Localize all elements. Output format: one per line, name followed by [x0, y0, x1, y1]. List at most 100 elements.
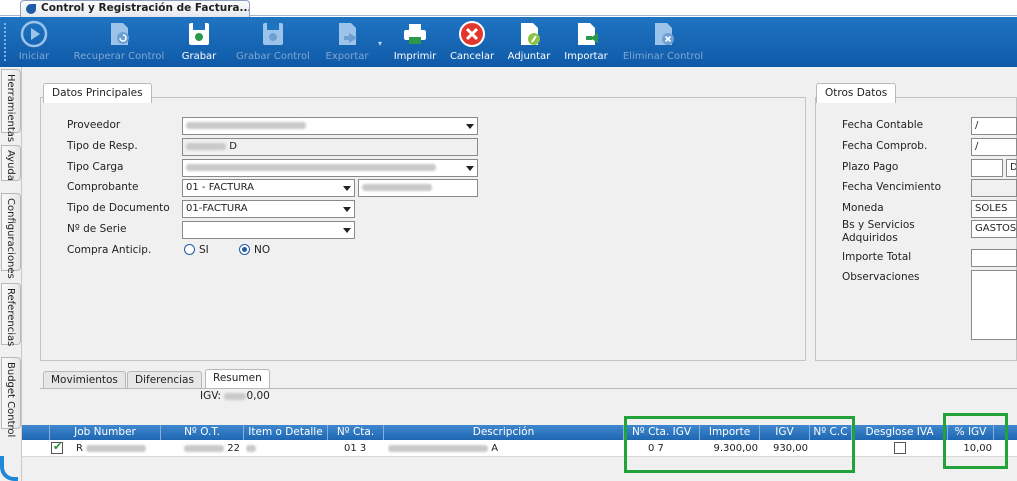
chevron-down-icon — [340, 201, 354, 217]
save-control-icon — [259, 20, 287, 48]
toolbar-grip[interactable] — [4, 23, 8, 61]
redacted-value — [362, 183, 432, 191]
n-serie-select[interactable] — [182, 221, 355, 239]
grid-header: Job Number Nº O.T. Item o Detalle Nº Cta… — [22, 425, 1017, 440]
print-button[interactable]: Imprimir — [391, 20, 439, 66]
redacted-value — [224, 392, 247, 400]
redacted-value — [86, 444, 147, 452]
bs-servicios-label: Bs y Servicios Adquiridos — [842, 219, 915, 244]
side-tab-ayuda[interactable]: Ayuda — [1, 145, 21, 181]
window-title: Control y Registración de Factura... — [41, 2, 250, 14]
observaciones-textarea[interactable] — [971, 270, 1017, 340]
tipo-documento-label: Tipo de Documento — [67, 202, 170, 214]
tipo-resp-field[interactable]: D — [182, 138, 478, 156]
proveedor-select[interactable] — [182, 117, 478, 135]
comprobante-number-field[interactable] — [358, 179, 478, 197]
side-tab-herramientas[interactable]: Herramientas — [1, 69, 21, 142]
save-button[interactable]: Grabar — [179, 20, 219, 66]
tab-resumen[interactable]: Resumen — [205, 369, 270, 389]
start-button[interactable]: Iniciar — [14, 20, 54, 66]
tipo-resp-label: Tipo de Resp. — [67, 140, 138, 152]
importe-total-field[interactable] — [971, 249, 1017, 267]
fecha-comprob-field[interactable]: / — [971, 138, 1017, 156]
main-content: Datos Principales Proveedor Tipo de Resp… — [22, 67, 1017, 481]
side-tab-budget-control[interactable]: Budget Control — [1, 357, 21, 437]
delete-control-button[interactable]: Eliminar Control — [618, 20, 708, 66]
radio-si[interactable] — [184, 244, 195, 255]
fecha-vencimiento-label: Fecha Vencimiento — [842, 181, 942, 193]
tipo-carga-label: Tipo Carga — [67, 161, 124, 173]
tab-otros-datos[interactable]: Otros Datos — [816, 83, 897, 103]
row-select-checkbox[interactable] — [51, 440, 63, 454]
col-select[interactable] — [22, 425, 50, 440]
tab-movimientos[interactable]: Movimientos — [43, 371, 126, 389]
tipo-documento-select[interactable]: 01-FACTURA — [182, 200, 355, 218]
moneda-label: Moneda — [842, 202, 884, 214]
side-tab-configuraciones[interactable]: Configuraciones — [1, 193, 21, 279]
plazo-pago-unit-select[interactable]: D — [1006, 159, 1017, 177]
table-row[interactable]: R 22 01 3 A 0 7 9.300,00 930,00 10,00 — [22, 440, 1017, 457]
attach-button[interactable]: Adjuntar — [504, 20, 554, 66]
delete-control-icon — [649, 20, 677, 48]
n-serie-label: Nº de Serie — [67, 223, 127, 235]
datos-principales-panel — [40, 97, 806, 361]
plazo-pago-label: Plazo Pago — [842, 161, 899, 173]
col-descripcion[interactable]: Descripción — [384, 425, 624, 440]
highlight-box-igv-columns — [624, 416, 855, 473]
igv-summary: IGV: 0,00 — [200, 390, 270, 402]
chevron-down-icon — [340, 222, 354, 238]
cell-descripcion[interactable]: A — [388, 440, 522, 457]
play-icon — [20, 20, 48, 48]
side-tab-referencias[interactable]: Referencias — [1, 283, 21, 346]
radio-no-label: NO — [254, 244, 271, 256]
tab-divider — [40, 388, 1017, 389]
bs-servicios-select[interactable]: GASTOS — [971, 220, 1017, 238]
col-n-cta[interactable]: Nº Cta. — [328, 425, 384, 440]
col-item-detalle[interactable]: Item o Detalle — [244, 425, 328, 440]
cell-job-number[interactable]: R — [76, 440, 158, 457]
cancel-icon — [458, 20, 486, 48]
import-icon — [572, 20, 600, 48]
save-icon — [185, 20, 213, 48]
tipo-carga-select[interactable] — [182, 159, 478, 177]
app-logo-icon — [26, 4, 36, 14]
col-desglose-iva[interactable]: Desglose IVA — [852, 425, 948, 440]
fecha-vencimiento-field[interactable] — [971, 179, 1017, 197]
redacted-value — [388, 444, 488, 452]
tab-datos-principales[interactable]: Datos Principales — [43, 83, 152, 103]
import-button[interactable]: Importar — [560, 20, 612, 66]
radio-si-label: SI — [199, 244, 209, 256]
fecha-comprob-label: Fecha Comprob. — [842, 140, 928, 152]
export-dropdown-icon[interactable]: ▾ — [378, 39, 382, 48]
toolbar: Iniciar Recuperar Control Grabar Grabar … — [0, 17, 1017, 67]
chevron-down-icon — [463, 118, 477, 134]
cell-item-detalle[interactable] — [246, 440, 326, 457]
chevron-down-icon — [340, 180, 354, 196]
compra-anticip-label: Compra Anticip. — [67, 244, 152, 256]
save-control-button[interactable]: Grabar Control — [230, 20, 316, 66]
comprobante-select[interactable]: 01 - FACTURA — [182, 179, 355, 197]
chevron-down-icon — [463, 160, 477, 176]
fecha-contable-label: Fecha Contable — [842, 119, 924, 131]
radio-no[interactable] — [239, 244, 250, 255]
cell-n-cta[interactable]: 01 3 — [344, 440, 382, 457]
cell-n-ot[interactable]: 22 — [172, 440, 240, 457]
printer-icon — [401, 20, 429, 48]
redacted-value — [186, 121, 306, 129]
col-job-number[interactable]: Job Number — [50, 425, 161, 440]
export-button[interactable]: Exportar — [320, 20, 374, 66]
cancel-button[interactable]: Cancelar — [446, 20, 498, 66]
document-tab[interactable]: Control y Registración de Factura... — [20, 0, 250, 17]
attach-icon — [515, 20, 543, 48]
col-n-ot[interactable]: Nº O.T. — [161, 425, 244, 440]
redacted-value — [184, 444, 225, 452]
moneda-select[interactable]: SOLES — [971, 200, 1017, 218]
proveedor-label: Proveedor — [67, 119, 121, 131]
window-titlebar: Control y Registración de Factura... — [0, 0, 1017, 17]
redacted-value — [186, 163, 436, 171]
fecha-contable-field[interactable]: / — [971, 117, 1017, 135]
desglose-iva-checkbox[interactable] — [894, 442, 906, 454]
recover-control-button[interactable]: Recuperar Control — [67, 20, 171, 66]
tab-diferencias[interactable]: Diferencias — [127, 371, 202, 389]
plazo-pago-field[interactable] — [971, 159, 1003, 177]
